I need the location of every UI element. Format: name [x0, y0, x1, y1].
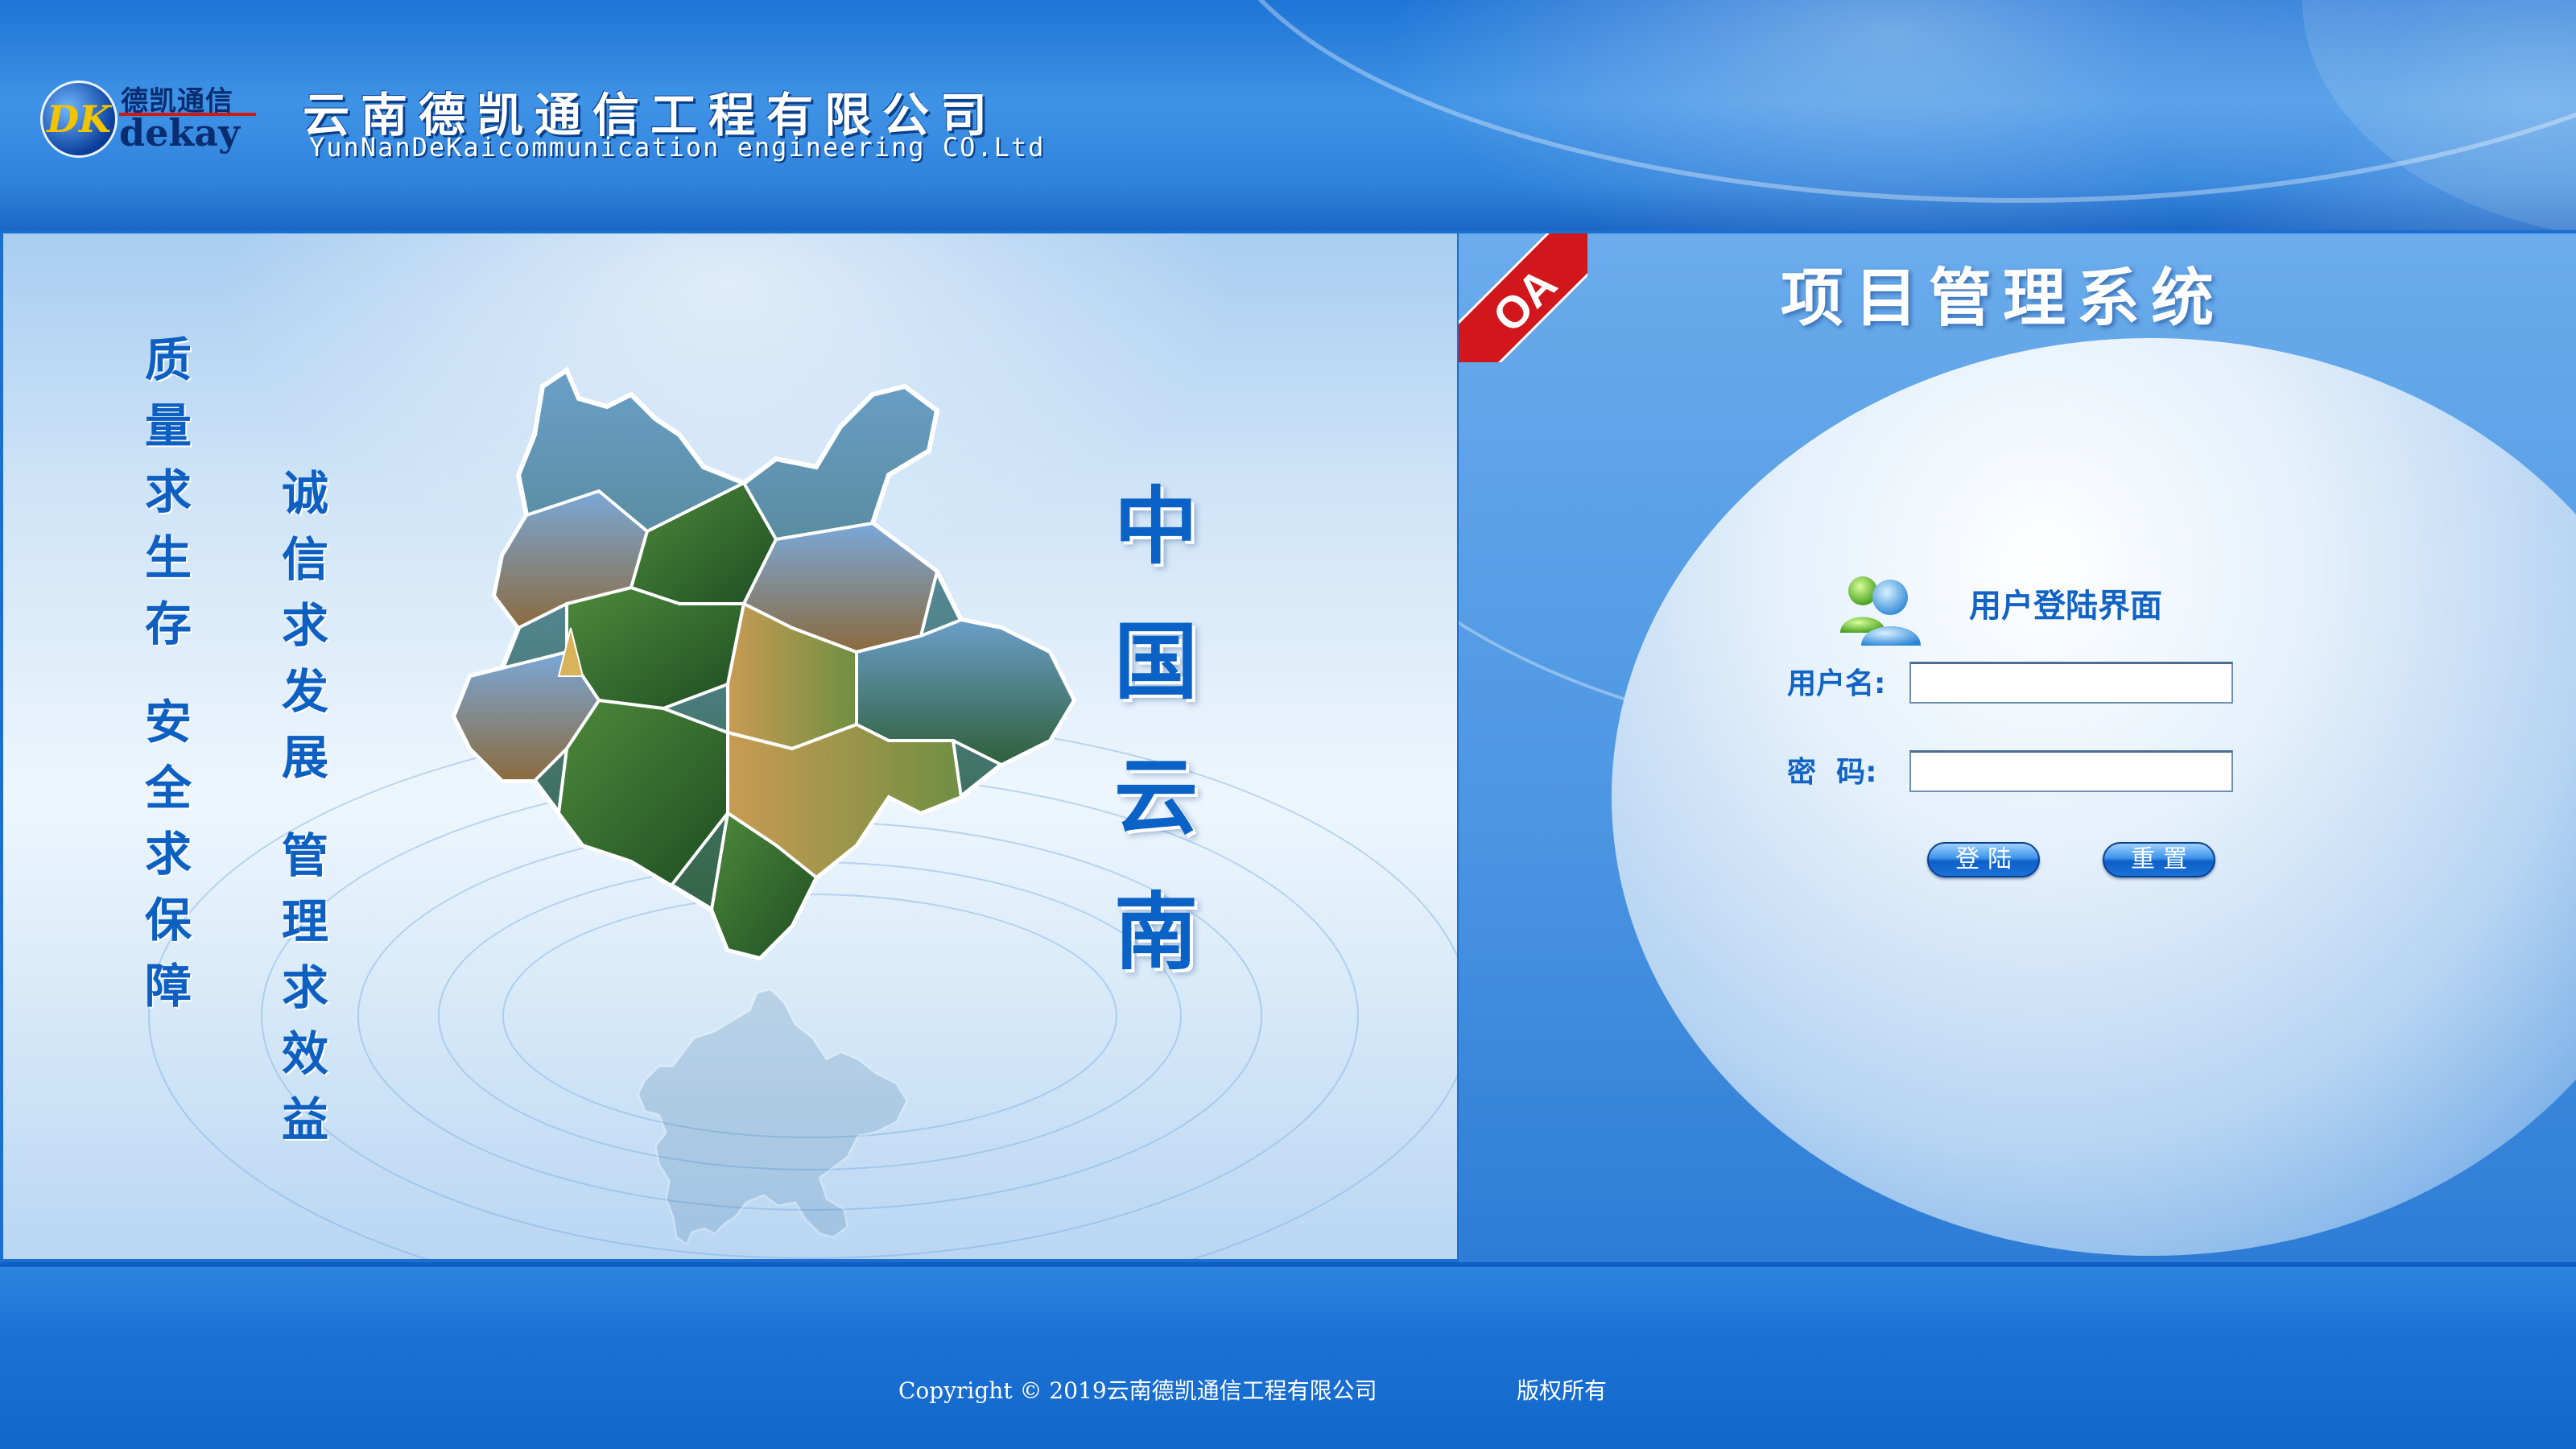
footer-bar: Copyright © 2019云南德凯通信工程有限公司 版权所有 [0, 1262, 2576, 1449]
banner-panel: 质 量 求 生 存 安 全 求 保 障 诚 信 求 发 展 管 理 求 效 益 [3, 233, 1457, 1259]
slogan-left: 质 量 求 生 存 安 全 求 保 障 [145, 332, 192, 1013]
reset-button[interactable]: 重置 [2103, 842, 2215, 877]
map-reflection [637, 988, 909, 1246]
password-label: 密 码: [1787, 756, 1877, 789]
logo-en-text: dekay [119, 111, 240, 155]
login-button[interactable]: 登陆 [1927, 842, 2040, 877]
china-yunnan-title: 中 国 云 南 [1114, 477, 1199, 981]
users-icon [1840, 576, 1921, 646]
footer-divider [0, 1262, 2576, 1267]
oa-ribbon-text: OA [1459, 233, 1587, 362]
yunnan-map-image [451, 366, 1077, 961]
slogan-right: 诚 信 求 发 展 管 理 求 效 益 [282, 466, 329, 1147]
login-panel: OA 项目管理系统 用户登陆界面 用户名: 密 码: 登陆 重置 [1459, 233, 2576, 1262]
company-logo: DK 德凯通信 dekay [40, 77, 256, 163]
username-label: 用户名: [1787, 667, 1886, 700]
rights-text: 版权所有 [1517, 1377, 1608, 1404]
logo-emblem: DK [40, 80, 118, 158]
header-bar: DK 德凯通信 dekay 云南德凯通信工程有限公司 YunNanDeKaico… [0, 0, 2576, 230]
header-swoosh [1208, 0, 2576, 203]
oa-ribbon: OA [1459, 233, 1587, 362]
username-input[interactable] [1909, 662, 2233, 704]
system-title: 项目管理系统 [1781, 262, 2226, 335]
copyright-text: Copyright © 2019云南德凯通信工程有限公司 [898, 1377, 1377, 1404]
password-input[interactable] [1909, 750, 2233, 792]
company-name-en: YunNanDeKaicommunication engineering CO.… [309, 132, 1046, 163]
login-panel-title: 用户登陆界面 [1969, 588, 2162, 625]
